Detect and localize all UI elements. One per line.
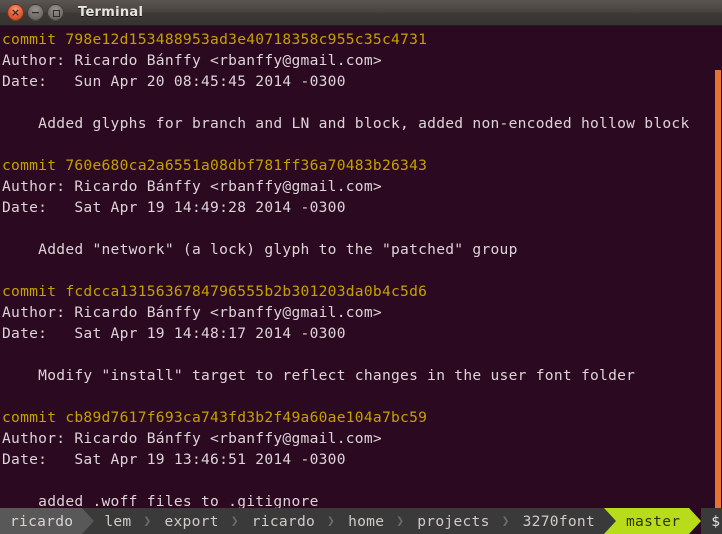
- statusbar-segment-master: master: [616, 508, 690, 534]
- terminal-line: commit cb89d7617f693ca743fd3b2f49a60ae10…: [2, 409, 428, 426]
- powerline-statusbar: ricardo lem ❯ export ❯ ricardo ❯ home ❯ projects ❯…: [0, 508, 722, 534]
- statusbar-segment-: $: [701, 508, 722, 534]
- maximize-button[interactable]: [47, 4, 64, 21]
- terminal-line: commit 798e12d153488953ad3e40718358c955c…: [2, 31, 428, 48]
- statusbar-segment-ricardo: ricardo: [241, 508, 325, 534]
- terminal-body[interactable]: commit 798e12d153488953ad3e40718358c955c…: [0, 26, 722, 508]
- segment-separator-arrow: [689, 508, 702, 534]
- segment-label: lem: [104, 512, 132, 530]
- terminal-line: added .woff files to .gitignore: [2, 493, 319, 508]
- terminal-line: Author: Ricardo Bánffy <rbanffy@gmail.co…: [2, 430, 382, 447]
- terminal-line: Added glyphs for branch and LN and block…: [2, 115, 690, 132]
- close-icon: ×: [10, 6, 21, 19]
- terminal-line: Author: Ricardo Bánffy <rbanffy@gmail.co…: [2, 304, 382, 321]
- segment-label: master: [626, 512, 681, 530]
- segment-separator-thin: ❯: [324, 508, 339, 534]
- statusbar-segment-3270font: 3270font: [512, 508, 605, 534]
- scrollbar-thumb[interactable]: [715, 70, 721, 508]
- terminal-line: Modify "install" target to reflect chang…: [2, 367, 636, 384]
- segment-label: ricardo: [251, 512, 316, 530]
- window-title: Terminal: [78, 5, 144, 20]
- segment-separator-arrow: [82, 508, 95, 534]
- terminal-line: Author: Ricardo Bánffy <rbanffy@gmail.co…: [2, 52, 382, 69]
- window-titlebar: × − Terminal: [0, 0, 722, 26]
- segment-separator-arrow: [604, 508, 617, 534]
- statusbar-segment-lem: lem: [94, 508, 141, 534]
- terminal-line: Author: Ricardo Bánffy <rbanffy@gmail.co…: [2, 178, 382, 195]
- segment-separator-thin: ❯: [393, 508, 408, 534]
- segment-label: home: [348, 512, 385, 530]
- terminal-line: Date: Sun Apr 20 08:45:45 2014 -0300: [2, 73, 346, 90]
- terminal-line: commit 760e680ca2a6551a08dbf781ff36a7048…: [2, 157, 428, 174]
- terminal-line: commit fcdcca1315636784796555b2b301203da…: [2, 283, 428, 300]
- segment-separator-thin: ❯: [498, 508, 513, 534]
- segment-separator-thin: ❯: [140, 508, 155, 534]
- terminal-line: Date: Sat Apr 19 14:49:28 2014 -0300: [2, 199, 346, 216]
- terminal-line: Date: Sat Apr 19 14:48:17 2014 -0300: [2, 325, 346, 342]
- segment-label: 3270font: [522, 512, 596, 530]
- maximize-icon: [53, 10, 60, 17]
- minimize-button[interactable]: −: [27, 4, 44, 21]
- segment-label: $: [711, 512, 721, 530]
- terminal-line: Added "network" (a lock) glyph to the "p…: [2, 241, 518, 258]
- close-button[interactable]: ×: [7, 4, 24, 21]
- segment-separator-thin: ❯: [227, 508, 242, 534]
- minimize-icon: −: [30, 6, 41, 19]
- statusbar-segment-ricardo: ricardo: [0, 508, 83, 534]
- terminal-line: Date: Sat Apr 19 13:46:51 2014 -0300: [2, 451, 346, 468]
- segment-label: export: [164, 512, 219, 530]
- statusbar-segment-home: home: [338, 508, 394, 534]
- segment-label: projects: [417, 512, 490, 530]
- statusbar-segment-export: export: [154, 508, 228, 534]
- segment-label: ricardo: [10, 512, 74, 530]
- statusbar-segment-projects: projects: [407, 508, 499, 534]
- terminal-screen: commit 798e12d153488953ad3e40718358c955c…: [2, 29, 690, 508]
- terminal-window: × − Terminal commit 798e12d153488953ad3e…: [0, 0, 722, 534]
- scrollbar-track[interactable]: [714, 26, 722, 508]
